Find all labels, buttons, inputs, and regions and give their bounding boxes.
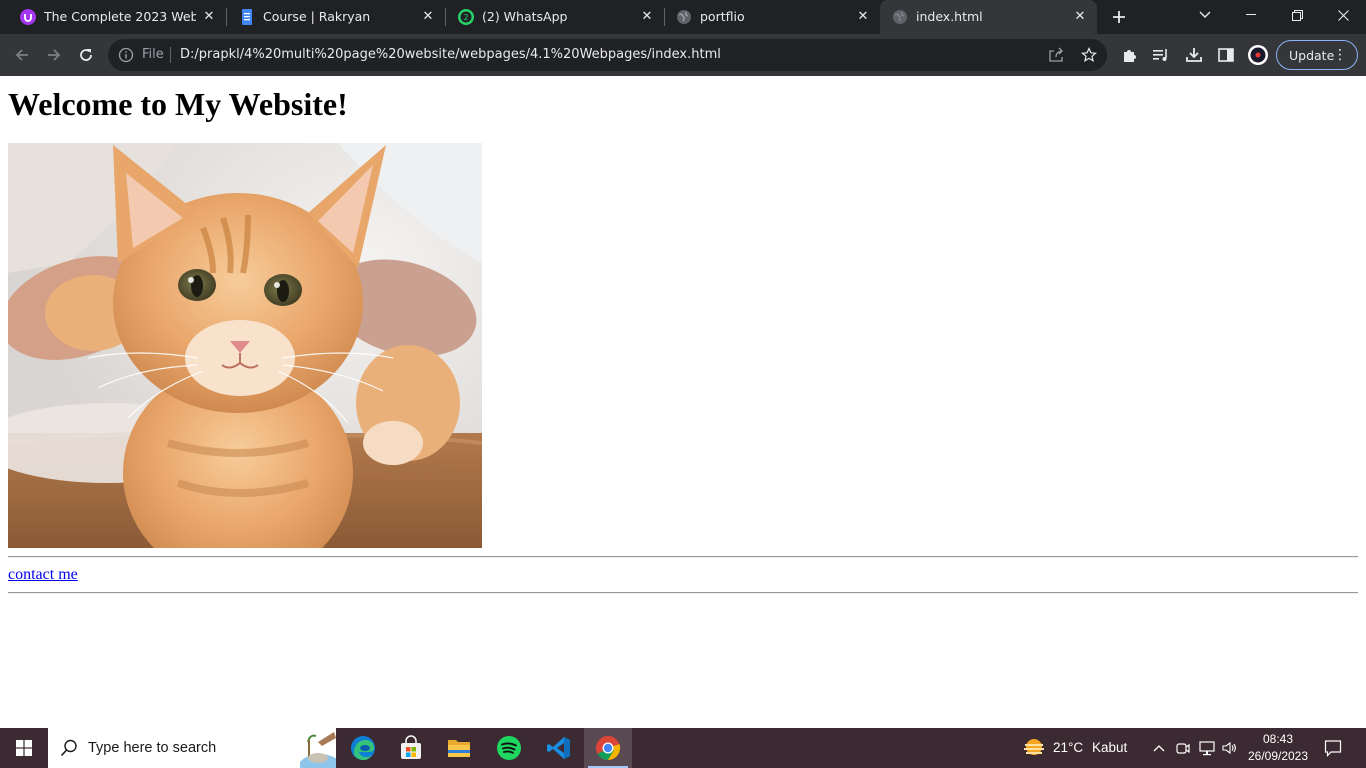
taskbar-chrome[interactable] [584,728,632,768]
network-icon[interactable] [1199,740,1215,756]
globe-icon [676,9,692,25]
minimize-button[interactable] [1228,0,1274,30]
close-tab-icon[interactable]: ✕ [1071,7,1089,25]
close-window-button[interactable] [1320,0,1366,30]
close-icon [1337,9,1349,21]
tab-index-active[interactable]: index.html ✕ [880,0,1097,34]
windows-taskbar: Type here to search 21°C Kabut 08:43 26/… [0,728,1366,768]
horizontal-rule-top [8,556,1358,558]
taskbar-file-explorer[interactable] [435,728,483,768]
taskbar-store[interactable] [387,728,435,768]
minimize-icon [1246,14,1256,15]
chevron-down-icon [1199,11,1211,18]
horizontal-rule-bottom [8,592,1358,594]
close-tab-icon[interactable]: ✕ [854,7,872,25]
tab-udemy[interactable]: The Complete 2023 Web Dev ✕ [8,0,227,34]
taskbar-vscode[interactable] [535,728,583,768]
address-bar[interactable]: File D:/prapkl/4%20multi%20page%20websit… [108,39,1107,71]
back-button[interactable] [10,43,34,67]
close-tab-icon[interactable]: ✕ [200,7,218,25]
start-button[interactable] [0,728,48,768]
taskbar-edge[interactable] [339,728,387,768]
tab-whatsapp[interactable]: 2 (2) WhatsApp ✕ [446,0,665,34]
tab-title: The Complete 2023 Web Dev [44,9,196,24]
scheme-label: File [142,47,164,62]
chrome-icon [596,736,621,761]
search-placeholder: Type here to search [88,740,217,756]
restore-icon [1291,9,1303,21]
store-icon [401,735,421,759]
tab-search-button[interactable] [1182,0,1228,30]
tab-title: portflio [700,9,745,24]
udemy-icon [20,9,36,25]
star-icon[interactable] [1081,47,1097,63]
info-icon[interactable] [118,47,134,63]
tab-portflio[interactable]: portflio ✕ [664,0,880,34]
plus-icon [1113,11,1125,23]
download-icon[interactable] [1185,46,1203,64]
meet-now-icon[interactable] [1175,740,1191,756]
address-separator [170,47,171,63]
tab-course[interactable]: Course | Rakryan ✕ [227,0,446,34]
chevron-up-icon[interactable] [1151,740,1167,756]
clock-date: 26/09/2023 [1247,749,1309,763]
weather-icon[interactable] [1023,738,1045,758]
new-tab-button[interactable] [1107,5,1131,29]
page-viewport: Welcome to My Website! contact me [0,76,1366,728]
restore-button[interactable] [1274,0,1320,30]
update-label: Update [1289,47,1335,63]
whatsapp-icon: 2 [458,9,474,25]
profile-avatar-icon[interactable] [1248,45,1268,65]
update-button[interactable]: Update ⋮ [1276,40,1358,70]
system-clock[interactable]: 08:43 26/09/2023 [1243,731,1313,765]
share-icon[interactable] [1048,47,1064,63]
search-highlight-illustration-icon [298,728,342,768]
close-tab-icon[interactable]: ✕ [638,7,656,25]
tab-title: Course | Rakryan [263,9,371,24]
windows-logo-icon [16,740,32,756]
extensions-icon[interactable] [1121,46,1139,64]
arrow-left-icon [15,49,28,61]
page-heading: Welcome to My Website! [8,86,348,122]
whatsapp-badge: 2 [463,13,468,22]
notification-center-icon[interactable] [1324,739,1342,757]
folder-icon [448,740,470,757]
url-text[interactable]: D:/prapkl/4%20multi%20page%20website/web… [180,47,721,63]
document-icon [239,9,255,25]
tab-strip: The Complete 2023 Web Dev ✕ Course | Rak… [0,0,1366,34]
browser-toolbar: File D:/prapkl/4%20multi%20page%20websit… [0,34,1366,76]
kitten-image [8,143,482,548]
media-controls-icon[interactable] [1152,46,1170,64]
taskbar-search-box[interactable]: Type here to search [48,728,342,768]
volume-icon[interactable] [1221,740,1237,756]
weather-description[interactable]: Kabut [1092,740,1127,755]
reload-button[interactable] [74,43,98,67]
side-panel-icon[interactable] [1217,46,1235,64]
clock-time: 08:43 [1262,732,1294,746]
search-icon [60,739,78,757]
tab-title: index.html [916,9,983,24]
globe-icon [892,9,908,25]
reload-icon [80,49,92,61]
forward-button[interactable] [42,43,66,67]
edge-icon [351,736,375,761]
weather-temp[interactable]: 21°C [1053,740,1083,755]
tab-title: (2) WhatsApp [482,9,568,24]
arrow-right-icon [48,49,61,61]
menu-dots-icon[interactable]: ⋮ [1333,48,1347,62]
spotify-icon [497,736,521,760]
contact-me-link[interactable]: contact me [8,566,78,584]
close-tab-icon[interactable]: ✕ [419,7,437,25]
taskbar-spotify[interactable] [485,728,533,768]
vscode-icon [547,737,570,759]
